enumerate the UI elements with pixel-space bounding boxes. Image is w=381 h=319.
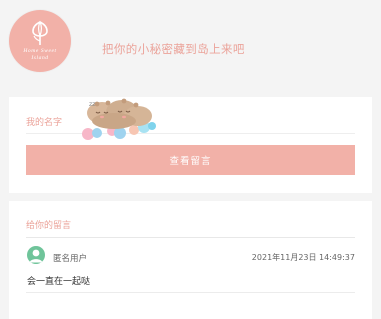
section-divider xyxy=(26,237,355,238)
message-timestamp: 2021年11月23日 14:49:37 xyxy=(251,253,355,262)
logo-wordmark-line1: Home Sweet xyxy=(23,48,57,54)
messages-card: 给你的留言 匿名用户 2021年11月23日 14:49:37 会一直在一起哒 xyxy=(9,201,372,319)
messages-section-title: 给你的留言 xyxy=(26,221,72,231)
message-username: 匿名用户 xyxy=(53,254,88,264)
name-label: 我的名字 xyxy=(26,118,63,128)
user-icon xyxy=(29,249,43,263)
logo-wordmark-line2: Island xyxy=(31,55,49,61)
site-logo: Home Sweet Island xyxy=(9,10,71,72)
user-avatar xyxy=(27,246,45,264)
sleeping-capybara-illustration: zz xyxy=(82,98,156,140)
header-tagline: 把你的小秘密藏到岛上来吧 xyxy=(102,42,245,56)
message-text: 会一直在一起哒 xyxy=(27,277,91,287)
name-card: 我的名字 zz 查看留言 xyxy=(9,97,372,193)
tulip-icon xyxy=(32,20,48,45)
message-divider xyxy=(26,292,355,293)
view-messages-button[interactable]: 查看留言 xyxy=(26,145,355,175)
sleep-zz-text: zz xyxy=(89,101,95,108)
